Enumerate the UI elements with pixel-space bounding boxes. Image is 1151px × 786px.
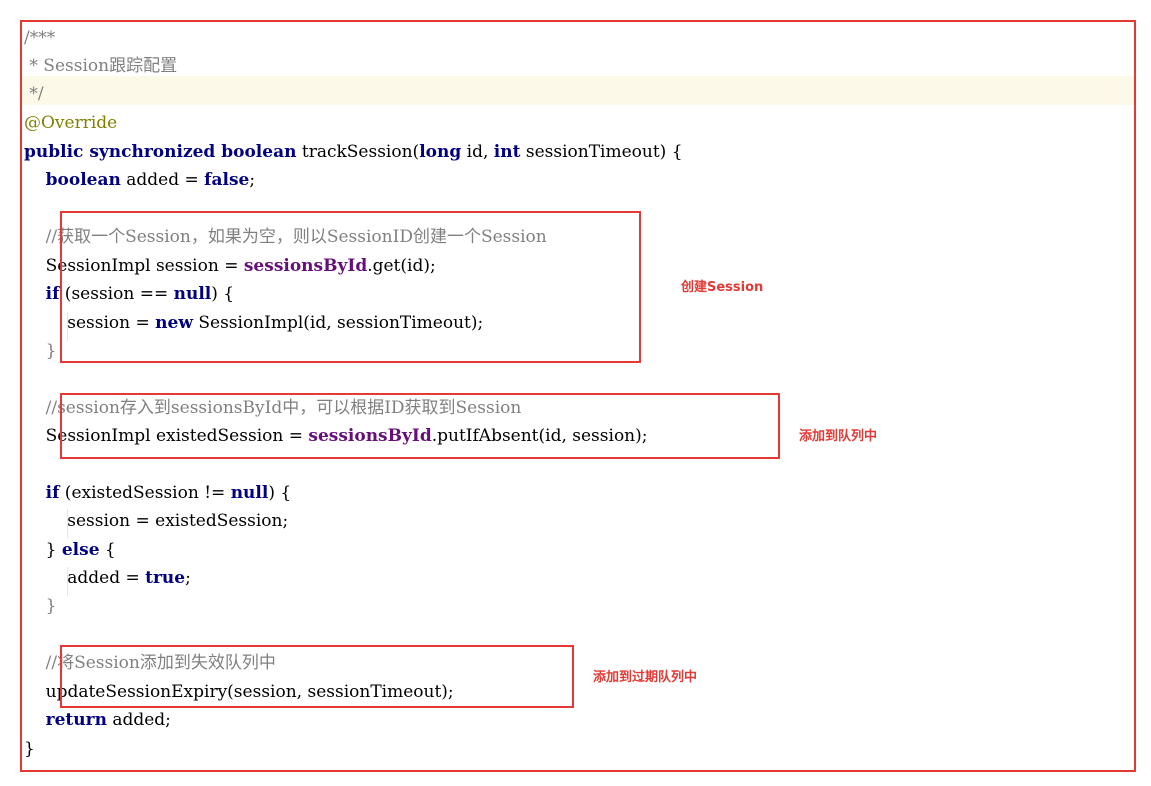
code-text: id, <box>461 142 494 162</box>
code-text: sessionTimeout) { <box>520 142 683 162</box>
keyword: null <box>230 483 269 503</box>
code-line-5: public synchronized boolean trackSession… <box>24 138 683 167</box>
keyword: if <box>45 284 60 304</box>
keyword: long <box>419 142 462 162</box>
code-text: added = <box>24 568 146 588</box>
code-line-17: if (existedSession != null) { <box>24 479 292 508</box>
highlight-box-expiry-queue <box>60 645 574 708</box>
annotation-create-session: 创建Session <box>681 280 764 295</box>
code-line-20: added = true; <box>24 564 191 593</box>
keyword: public synchronized boolean <box>24 142 297 162</box>
code-line-2: * Session跟踪配置 <box>24 56 178 76</box>
code-line-25: return added; <box>24 706 171 735</box>
keyword: return <box>45 710 107 730</box>
highlight-box-add-to-queue <box>60 393 780 459</box>
code-text: { <box>99 540 116 560</box>
annotation-add-to-queue: 添加到队列中 <box>799 429 878 444</box>
keyword: false <box>204 170 250 190</box>
code-line-3: */ <box>24 84 44 104</box>
keyword: true <box>145 568 186 588</box>
code-line-19: } else { <box>24 536 116 565</box>
code-text: ; <box>249 170 256 190</box>
code-text: ; <box>185 568 191 588</box>
code-line-21: } <box>24 596 57 616</box>
code-text: (existedSession != <box>59 483 231 503</box>
annotation-add-to-expiry-queue: 添加到过期队列中 <box>593 670 698 685</box>
code-line-4: @Override <box>24 113 118 133</box>
code-line-6: boolean added = false; <box>24 166 255 195</box>
keyword: boolean <box>45 170 121 190</box>
code-line-26: } <box>24 739 35 759</box>
code-line-18: session = existedSession; <box>24 511 289 531</box>
code-line-1: /*** <box>24 28 56 48</box>
code-text: } <box>24 540 62 560</box>
highlight-box-create-session <box>60 211 641 363</box>
code-text: added; <box>106 710 171 730</box>
keyword: if <box>45 483 60 503</box>
code-text: trackSession( <box>296 142 420 162</box>
code-text: ) { <box>268 483 292 503</box>
code-text: added = <box>120 170 205 190</box>
current-line-highlight <box>22 76 1134 105</box>
keyword: else <box>61 540 100 560</box>
code-line-12: } <box>24 341 57 361</box>
keyword: int <box>493 142 521 162</box>
